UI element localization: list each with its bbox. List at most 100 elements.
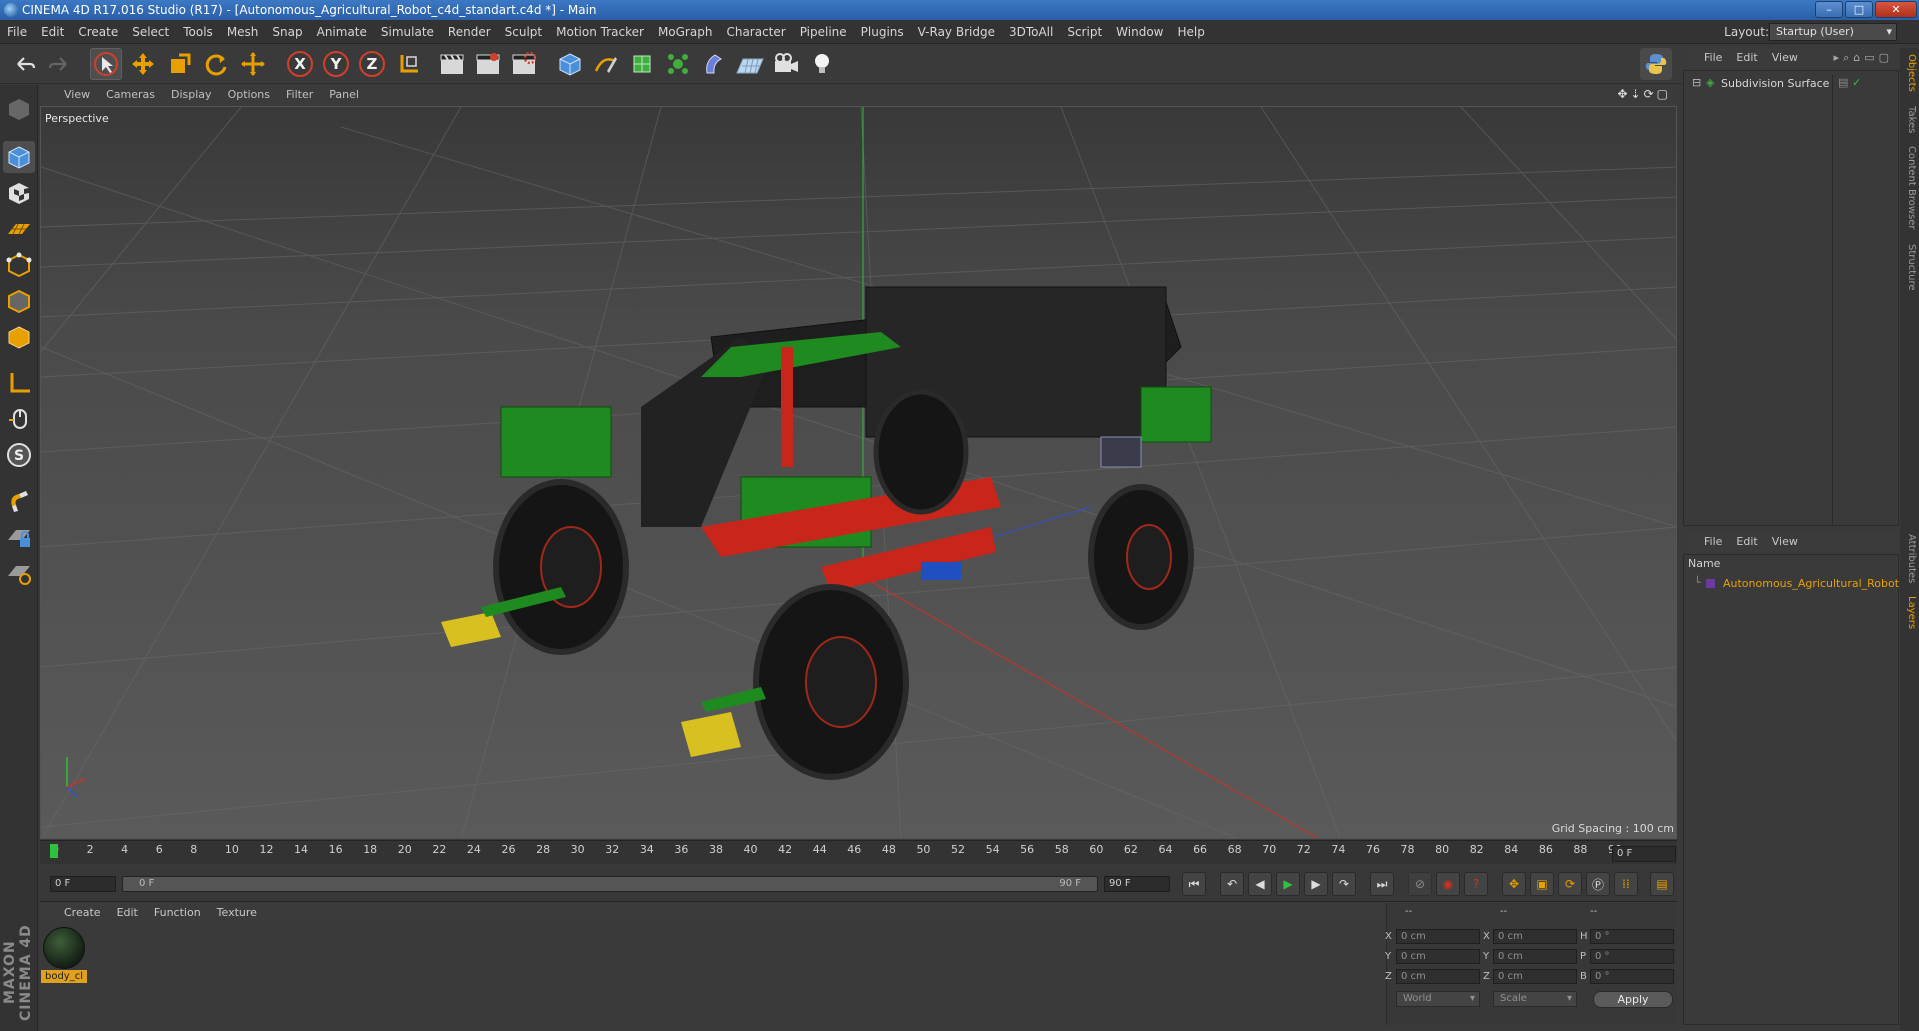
menu-mesh[interactable]: Mesh (220, 20, 266, 44)
visibility-toggle-icon[interactable]: ▤ (1838, 76, 1848, 89)
add-deformer-button[interactable] (698, 48, 730, 80)
size-mode-dropdown[interactable]: Scale ▾ (1493, 991, 1577, 1007)
layers-menu-file[interactable]: File (1697, 532, 1729, 552)
tab-layers[interactable]: Layers (1902, 596, 1917, 629)
minimize-button[interactable]: – (1815, 1, 1843, 18)
workplane-settings-button[interactable] (3, 557, 35, 589)
tab-takes[interactable]: Takes (1902, 106, 1917, 133)
layout-dropdown[interactable]: Startup (User) ▾ (1769, 23, 1897, 41)
tab-attributes[interactable]: Attributes (1902, 534, 1917, 583)
material-menu-edit[interactable]: Edit (109, 903, 146, 923)
key-rotation-button[interactable]: ⟳ (1558, 872, 1582, 896)
start-frame-field[interactable]: 0 F (50, 876, 116, 892)
x-axis-lock-button[interactable]: X (284, 48, 316, 80)
perspective-viewport[interactable] (40, 106, 1677, 839)
workplane-mode-button[interactable] (3, 213, 35, 245)
layers-menu-edit[interactable]: Edit (1729, 532, 1764, 552)
add-light-button[interactable] (806, 48, 838, 80)
menu-file[interactable]: File (0, 20, 34, 44)
timeline-ruler[interactable]: 0246810121416182022242628303234363840424… (40, 840, 1677, 864)
key-parameter-button[interactable]: Ⓟ (1586, 872, 1610, 896)
select-tool-button[interactable] (90, 48, 122, 80)
objects-menu-edit[interactable]: Edit (1729, 48, 1764, 68)
tab-objects[interactable]: Objects (1902, 54, 1917, 92)
make-editable-button[interactable] (3, 93, 35, 125)
viewport-menu-display[interactable]: Display (163, 85, 220, 105)
render-view-button[interactable] (436, 48, 468, 80)
material-menu-texture[interactable]: Texture (209, 903, 265, 923)
current-frame-field[interactable]: 0 F (1612, 846, 1676, 862)
tab-content-browser[interactable]: Content Browser (1902, 146, 1917, 229)
add-cube-button[interactable] (554, 48, 586, 80)
object-manager-tools-icons[interactable]: ▸⌕⌂▭▢ (1834, 51, 1893, 65)
add-floor-button[interactable] (734, 48, 766, 80)
enabled-check-icon[interactable]: ✓ (1852, 76, 1861, 89)
viewport-menu-options[interactable]: Options (220, 85, 278, 105)
frame-range-slider[interactable]: 0 F 90 F (122, 876, 1098, 892)
rotate-tool-button[interactable] (200, 48, 232, 80)
tab-structure[interactable]: Structure (1902, 244, 1917, 291)
menu-select[interactable]: Select (125, 20, 176, 44)
menu-3dtoall[interactable]: 3DToAll (1002, 20, 1060, 44)
list-item[interactable]: ⊟ ◈ Subdivision Surface ▤ ✓ (1684, 75, 1898, 525)
previous-frame-button[interactable]: ◀ (1248, 872, 1272, 896)
scale-tool-button[interactable] (164, 48, 196, 80)
play-button[interactable]: ▶ (1276, 872, 1300, 896)
rot-h-field[interactable]: 0 ° (1590, 929, 1674, 944)
menu-create[interactable]: Create (71, 20, 125, 44)
menu-pipeline[interactable]: Pipeline (793, 20, 854, 44)
viewport-menu-panel[interactable]: Panel (321, 85, 367, 105)
key-position-button[interactable]: ✥ (1502, 872, 1526, 896)
polygons-mode-button[interactable] (3, 321, 35, 353)
rot-p-field[interactable]: 0 ° (1590, 949, 1674, 964)
menu-sculpt[interactable]: Sculpt (498, 20, 549, 44)
pos-x-field[interactable]: 0 cm (1396, 929, 1480, 944)
material-name-label[interactable]: body_cl (41, 970, 87, 983)
menu-script[interactable]: Script (1060, 20, 1109, 44)
add-spline-button[interactable] (590, 48, 622, 80)
viewport-nav-icons[interactable]: ✥⇣⟳▢ (1617, 87, 1671, 101)
end-frame-field[interactable]: 90 F (1104, 876, 1170, 892)
close-button[interactable]: ✕ (1875, 1, 1917, 18)
key-scale-button[interactable]: ▣ (1530, 872, 1554, 896)
playhead[interactable] (50, 844, 58, 858)
menu-simulate[interactable]: Simulate (374, 20, 441, 44)
viewport-menu-filter[interactable]: Filter (278, 85, 321, 105)
tweak-mode-button[interactable] (3, 403, 35, 435)
viewport-menu-cameras[interactable]: Cameras (98, 85, 163, 105)
axis-mode-button[interactable] (3, 367, 35, 399)
menu-edit[interactable]: Edit (34, 20, 71, 44)
menu-vray-bridge[interactable]: V-Ray Bridge (911, 20, 1002, 44)
layers-menu-view[interactable]: View (1765, 532, 1805, 552)
add-camera-button[interactable] (770, 48, 802, 80)
magnet-button[interactable] (3, 485, 35, 517)
texture-mode-button[interactable] (3, 177, 35, 209)
render-to-picture-viewer-button[interactable] (472, 48, 504, 80)
snap-button[interactable]: S (3, 439, 35, 471)
menu-help[interactable]: Help (1170, 20, 1211, 44)
transform-tool-button[interactable] (237, 48, 269, 80)
autokey-button[interactable]: ? (1464, 872, 1488, 896)
next-key-button[interactable]: ↷ (1332, 872, 1356, 896)
keyframe-selection-button[interactable]: ⊘ (1408, 872, 1432, 896)
next-frame-button[interactable]: ▶ (1304, 872, 1328, 896)
add-array-button[interactable] (662, 48, 694, 80)
menu-animate[interactable]: Animate (310, 20, 374, 44)
previous-key-button[interactable]: ↶ (1220, 872, 1244, 896)
material-thumbnail[interactable] (43, 927, 85, 969)
menu-motion-tracker[interactable]: Motion Tracker (549, 20, 651, 44)
render-settings-button[interactable] (508, 48, 540, 80)
menu-render[interactable]: Render (441, 20, 498, 44)
pos-y-field[interactable]: 0 cm (1396, 949, 1480, 964)
menu-snap[interactable]: Snap (265, 20, 309, 44)
pos-z-field[interactable]: 0 cm (1396, 969, 1480, 984)
add-subdivision-button[interactable] (626, 48, 658, 80)
points-mode-button[interactable] (3, 249, 35, 281)
objects-menu-file[interactable]: File (1697, 48, 1729, 68)
undo-button[interactable] (8, 48, 40, 80)
redo-button[interactable] (44, 48, 76, 80)
objects-menu-view[interactable]: View (1765, 48, 1805, 68)
size-y-field[interactable]: 0 cm (1493, 949, 1577, 964)
apply-button[interactable]: Apply (1593, 991, 1673, 1008)
menu-plugins[interactable]: Plugins (854, 20, 911, 44)
